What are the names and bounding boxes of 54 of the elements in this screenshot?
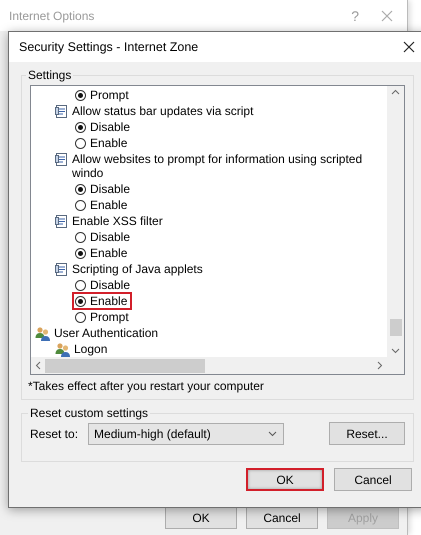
group-label: Logon — [74, 342, 108, 356]
radio-button[interactable] — [75, 296, 86, 306]
users-icon — [55, 342, 70, 356]
radio-option[interactable]: Enable — [72, 292, 132, 310]
settings-page-icon — [55, 104, 68, 118]
dialog-button[interactable]: Cancel — [246, 506, 318, 529]
radio-button[interactable] — [75, 90, 86, 100]
radio-option[interactable]: Disable — [72, 228, 136, 246]
setting-label: Scripting of Java applets — [72, 262, 203, 276]
radio-button[interactable] — [75, 312, 86, 322]
radio-button[interactable] — [75, 184, 86, 194]
vertical-scrollbar[interactable] — [387, 86, 404, 357]
radio-option[interactable]: Enable — [72, 196, 132, 214]
reset-button[interactable]: Reset... — [329, 422, 405, 445]
horizontal-scrollbar[interactable] — [31, 357, 387, 374]
scrollbar-thumb[interactable] — [45, 358, 205, 372]
close-icon[interactable] — [403, 41, 415, 53]
dialog-title: Security Settings - Internet Zone — [19, 40, 200, 54]
group-legend: Settings — [28, 68, 72, 82]
radio-button[interactable] — [75, 248, 86, 258]
dialog-button[interactable]: Cancel — [334, 468, 412, 491]
level-dropdown[interactable]: Medium-high (default) — [88, 422, 284, 444]
footnote: *Takes effect after you restart your computer — [28, 379, 265, 393]
group-legend: Reset custom settings — [30, 406, 148, 420]
setting-label: Enable XSS filter — [72, 214, 163, 228]
dialog-button[interactable]: OK — [246, 468, 324, 491]
radio-button[interactable] — [75, 138, 86, 148]
radio-option[interactable]: Prompt — [72, 86, 134, 104]
users-icon — [35, 326, 50, 340]
setting-label: Allow status bar updates via script — [72, 104, 254, 118]
scroll-left-icon — [35, 361, 41, 370]
scroll-up-icon — [391, 89, 400, 95]
scroll-right-icon — [377, 361, 383, 370]
radio-option[interactable]: Enable — [72, 134, 132, 152]
scroll-down-icon — [391, 348, 400, 354]
dialog-button[interactable]: OK — [165, 506, 237, 529]
group-label: User Authentication — [54, 326, 158, 340]
window-title: Internet Options — [9, 8, 96, 22]
caret-icon — [268, 430, 278, 436]
scrollbar-thumb[interactable] — [390, 319, 402, 336]
radio-option[interactable]: Disable — [72, 118, 136, 136]
radio-button[interactable] — [75, 122, 86, 132]
radio-option[interactable]: Disable — [72, 180, 136, 198]
radio-button[interactable] — [75, 280, 86, 290]
radio-option[interactable]: Disable — [72, 276, 136, 294]
settings-page-icon — [55, 262, 68, 276]
radio-option[interactable]: Prompt — [72, 308, 134, 326]
field-label: Reset to: — [30, 426, 78, 440]
settings-page-icon — [55, 214, 68, 228]
radio-button[interactable] — [75, 232, 86, 242]
settings-page-icon — [55, 152, 68, 166]
radio-option[interactable]: Enable — [72, 244, 132, 262]
setting-label: Allow websites to prompt for information using scripted windo — [72, 152, 364, 180]
radio-button[interactable] — [75, 200, 86, 210]
